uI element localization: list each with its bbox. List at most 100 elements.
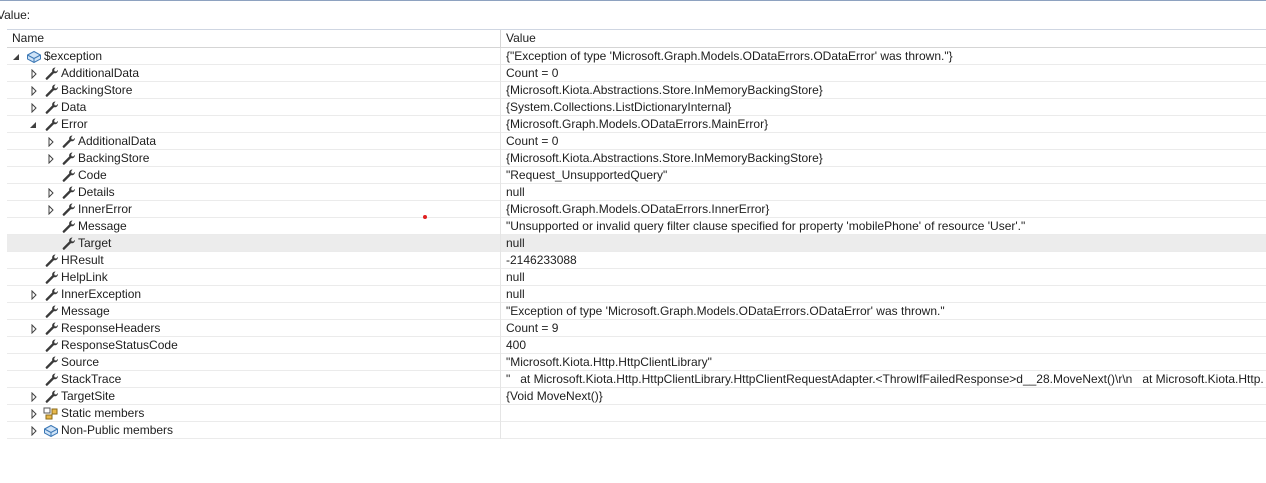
column-separator[interactable] — [500, 30, 501, 47]
table-row[interactable]: Code "Request_UnsupportedQuery" — [7, 167, 1266, 184]
row-name: Static members — [61, 406, 145, 420]
row-name: $exception — [44, 49, 103, 63]
collapsed-triangle-icon[interactable] — [29, 85, 39, 97]
row-name: Code — [78, 168, 107, 182]
table-row[interactable]: Details null — [7, 184, 1266, 201]
collapsed-triangle-icon[interactable] — [29, 289, 39, 301]
collapsed-triangle-icon[interactable] — [29, 102, 39, 114]
wrench-icon — [43, 338, 59, 352]
row-value: "Request_UnsupportedQuery" — [506, 168, 668, 182]
column-divider — [500, 116, 501, 133]
collapsed-triangle-icon[interactable] — [46, 153, 56, 165]
table-row[interactable]: ResponseStatusCode 400 — [7, 337, 1266, 354]
column-divider — [500, 150, 501, 167]
wrench-icon — [60, 185, 76, 199]
row-value: null — [506, 185, 525, 199]
exception-icon — [26, 49, 42, 64]
row-value: {System.Collections.ListDictionaryIntern… — [506, 100, 732, 114]
table-row[interactable]: Non-Public members — [7, 422, 1266, 439]
wrench-icon — [43, 253, 59, 267]
row-value: -2146233088 — [506, 253, 577, 267]
row-value: " at Microsoft.Kiota.Http.HttpClientLibr… — [506, 372, 1264, 386]
collapsed-triangle-icon[interactable] — [29, 391, 39, 403]
row-name: ResponseStatusCode — [61, 338, 178, 352]
table-row[interactable]: $exception {"Exception of type 'Microsoft… — [7, 48, 1266, 65]
row-value: "Unsupported or invalid query filter cla… — [506, 219, 1026, 233]
row-value: Count = 0 — [506, 134, 559, 148]
static-members-icon — [43, 406, 59, 420]
table-row[interactable]: InnerError {Microsoft.Graph.Models.ODataE… — [7, 201, 1266, 218]
table-row[interactable]: Data {System.Collections.ListDictionaryIn… — [7, 99, 1266, 116]
row-value: null — [506, 287, 525, 301]
table-row[interactable]: HResult -2146233088 — [7, 252, 1266, 269]
table-row[interactable]: TargetSite {Void MoveNext()} — [7, 388, 1266, 405]
column-divider — [500, 99, 501, 116]
column-divider — [500, 354, 501, 371]
row-name: Source — [61, 355, 100, 369]
collapsed-triangle-icon[interactable] — [29, 323, 39, 335]
row-value: 400 — [506, 338, 527, 352]
row-value: {Microsoft.Graph.Models.ODataErrors.Inne… — [506, 202, 770, 216]
row-name: Target — [78, 236, 112, 250]
table-row[interactable]: StackTrace " at Microsoft.Kiota.Http.Http… — [7, 371, 1266, 388]
collapsed-triangle-icon[interactable] — [29, 408, 39, 420]
table-row[interactable]: ResponseHeaders Count = 9 — [7, 320, 1266, 337]
wrench-icon — [43, 321, 59, 335]
row-value: "Exception of type 'Microsoft.Graph.Mode… — [506, 304, 945, 318]
row-name: AdditionalData — [61, 66, 140, 80]
table-row[interactable]: AdditionalData Count = 0 — [7, 65, 1266, 82]
value-bar: Value: — [0, 0, 1266, 28]
column-divider — [500, 422, 501, 439]
wrench-icon — [60, 134, 76, 148]
wrench-icon — [43, 287, 59, 301]
table-row[interactable]: Message "Unsupported or invalid query fil… — [7, 218, 1266, 235]
table-row[interactable]: Error {Microsoft.Graph.Models.ODataErrors… — [7, 116, 1266, 133]
column-divider — [500, 167, 501, 184]
column-header-value[interactable]: Value — [506, 31, 536, 45]
column-divider — [500, 133, 501, 150]
watch-grid: Name Value $exception {"Exception of type… — [7, 29, 1266, 439]
column-divider — [500, 235, 501, 252]
expanded-triangle-icon[interactable] — [29, 119, 39, 129]
column-divider — [500, 82, 501, 99]
column-divider — [500, 337, 501, 354]
wrench-icon — [60, 236, 76, 250]
table-row[interactable]: HelpLink null — [7, 269, 1266, 286]
collapsed-triangle-icon[interactable] — [46, 187, 56, 199]
row-name: TargetSite — [61, 389, 116, 403]
row-name: HelpLink — [61, 270, 108, 284]
row-name: StackTrace — [61, 372, 122, 386]
column-divider — [500, 388, 501, 405]
wrench-icon — [43, 100, 59, 114]
expanded-triangle-icon[interactable] — [12, 51, 22, 61]
table-row[interactable]: BackingStore {Microsoft.Kiota.Abstraction… — [7, 150, 1266, 167]
table-row[interactable]: InnerException null — [7, 286, 1266, 303]
row-value: "Microsoft.Kiota.Http.HttpClientLibrary" — [506, 355, 712, 369]
row-name: Non-Public members — [61, 423, 174, 437]
wrench-icon — [43, 372, 59, 386]
wrench-icon — [43, 66, 59, 80]
row-name: HResult — [61, 253, 104, 267]
wrench-icon — [60, 151, 76, 165]
row-name: Message — [78, 219, 127, 233]
column-divider — [500, 48, 501, 65]
row-value: {Microsoft.Graph.Models.ODataErrors.Main… — [506, 117, 769, 131]
column-divider — [500, 65, 501, 82]
column-divider — [500, 201, 501, 218]
row-value: null — [506, 270, 525, 284]
table-row[interactable]: Static members — [7, 405, 1266, 422]
table-row[interactable]: Message "Exception of type 'Microsoft.Gra… — [7, 303, 1266, 320]
collapsed-triangle-icon[interactable] — [46, 136, 56, 148]
collapsed-triangle-icon[interactable] — [29, 425, 39, 437]
cursor-dot — [423, 215, 427, 219]
collapsed-triangle-icon[interactable] — [29, 68, 39, 80]
column-header-name[interactable]: Name — [12, 31, 44, 45]
table-row[interactable]: Target null — [7, 235, 1266, 252]
wrench-icon — [43, 270, 59, 284]
column-divider — [500, 405, 501, 422]
column-divider — [500, 184, 501, 201]
collapsed-triangle-icon[interactable] — [46, 204, 56, 216]
table-row[interactable]: AdditionalData Count = 0 — [7, 133, 1266, 150]
table-row[interactable]: Source "Microsoft.Kiota.Http.HttpClientLi… — [7, 354, 1266, 371]
table-row[interactable]: BackingStore {Microsoft.Kiota.Abstraction… — [7, 82, 1266, 99]
